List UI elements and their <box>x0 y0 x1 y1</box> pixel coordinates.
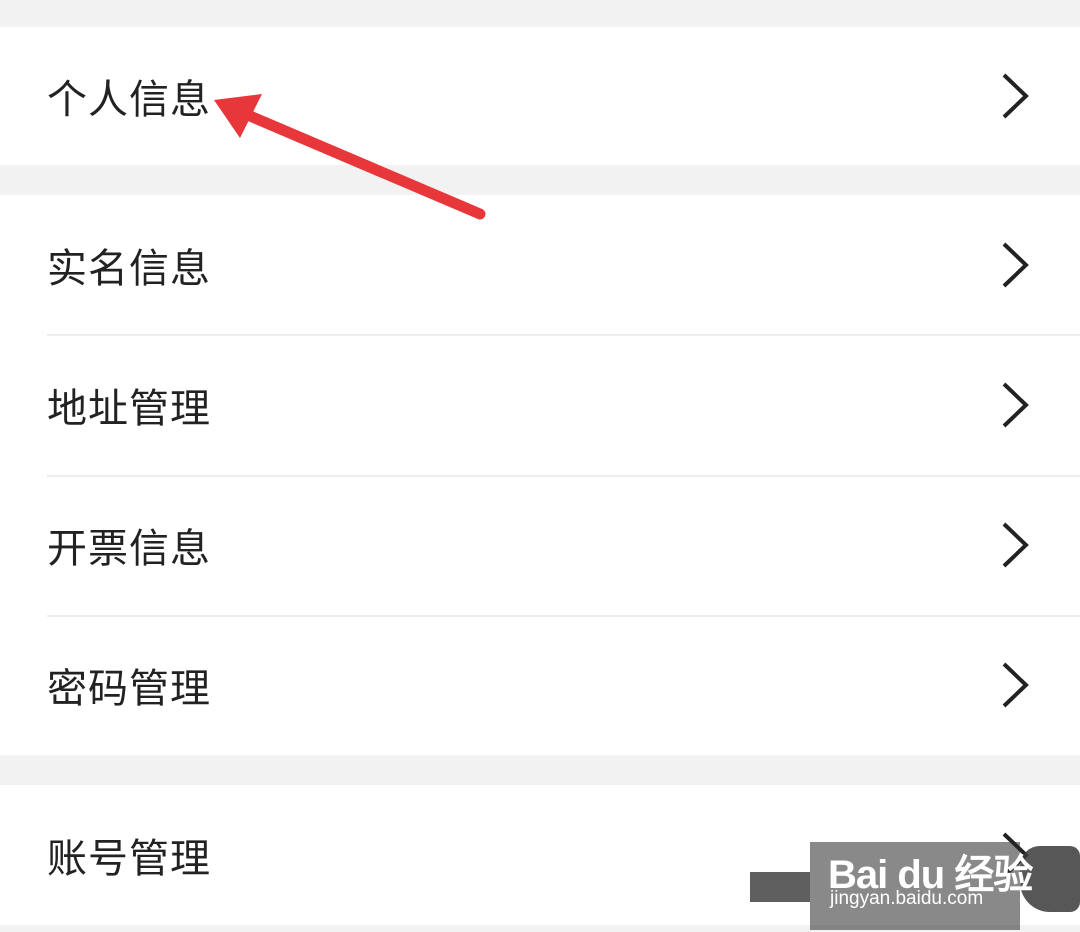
chevron-right-icon <box>1002 73 1029 119</box>
settings-group-main: 实名信息 地址管理 开票信息 密码管理 <box>0 195 1080 755</box>
menu-item-label: 账号管理 <box>47 836 211 882</box>
baidu-jingyan-watermark: Bai du 经验 jingyan.baidu.com <box>750 840 1080 932</box>
menu-item-address-management[interactable]: 地址管理 <box>0 335 1080 475</box>
menu-item-invoice-info[interactable]: 开票信息 <box>0 475 1080 615</box>
chevron-right-icon <box>1002 662 1029 708</box>
menu-item-password-management[interactable]: 密码管理 <box>0 615 1080 755</box>
chevron-right-icon <box>1002 382 1029 428</box>
chevron-right-icon <box>1002 522 1029 568</box>
chevron-right-icon <box>1002 242 1029 288</box>
watermark-shadow <box>750 872 810 902</box>
menu-item-real-name-info[interactable]: 实名信息 <box>0 195 1080 335</box>
settings-group-personal: 个人信息 <box>0 27 1080 165</box>
account-settings-page: 个人信息 实名信息 地址管理 开票信息 密码管理 账号管理 Bai du 经验 … <box>0 0 1080 932</box>
menu-item-label: 开票信息 <box>47 526 211 572</box>
menu-item-personal-info[interactable]: 个人信息 <box>0 27 1080 165</box>
menu-item-label: 密码管理 <box>47 666 211 712</box>
watermark-url: jingyan.baidu.com <box>830 888 984 909</box>
menu-item-label: 地址管理 <box>47 386 211 432</box>
menu-item-label: 实名信息 <box>47 246 211 292</box>
menu-item-label: 个人信息 <box>47 77 211 123</box>
